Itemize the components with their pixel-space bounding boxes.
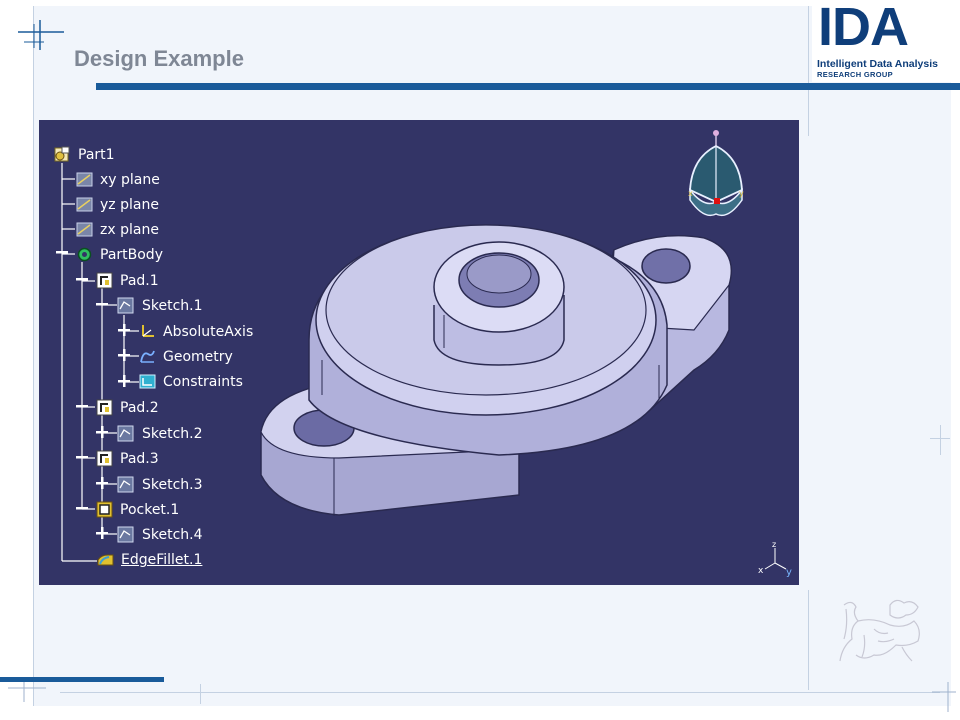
ida-logo: IDA Intelligent Data Analysis RESEARCH G… [812, 0, 960, 82]
guide-line-bottom [60, 692, 940, 693]
guide-tick-right [940, 425, 941, 455]
tree-node-edge-fillet-1[interactable]: EdgeFillet.1 [121, 552, 202, 568]
compass-x-label: x [688, 189, 693, 198]
tree-node-absolute-axis[interactable]: AbsoluteAxis [163, 324, 253, 340]
crop-mark-top-left [18, 20, 64, 50]
axis-z-label: z [772, 540, 776, 549]
tree-node-zx-plane[interactable]: zx plane [100, 222, 159, 238]
pocket-icon[interactable] [96, 501, 113, 518]
plane-icon[interactable] [76, 221, 93, 238]
plane-icon[interactable] [76, 196, 93, 213]
crop-mark-bottom-left [8, 682, 46, 702]
slide-title: Design Example [74, 46, 244, 71]
guide-line-right-top [808, 6, 809, 136]
logo-line-1: Intelligent Data Analysis [817, 58, 938, 70]
axis-system-icon[interactable] [139, 323, 156, 340]
guide-tick-bottom [200, 684, 201, 704]
compass-y-label: y [739, 189, 744, 198]
tree-node-pad-1[interactable]: Pad.1 [120, 273, 159, 289]
tree-node-sketch-1[interactable]: Sketch.1 [142, 298, 203, 314]
tree-node-sketch-3[interactable]: Sketch.3 [142, 477, 203, 493]
compass-icon[interactable]: x y [684, 128, 748, 224]
logo-line-2: RESEARCH GROUP [817, 70, 893, 79]
title-rule [96, 83, 960, 90]
constraints-icon[interactable] [139, 373, 156, 390]
logo-letters: IDA [818, 0, 909, 57]
tree-node-constraints[interactable]: Constraints [163, 374, 243, 390]
catia-viewport[interactable]: Part1 xy plane yz plane zx plane PartBod… [39, 120, 799, 585]
tree-node-geometry[interactable]: Geometry [163, 349, 233, 365]
sketch-icon[interactable] [117, 425, 134, 442]
guide-tick-right-h [930, 438, 950, 439]
pad-icon[interactable] [96, 399, 113, 416]
tree-node-sketch-2[interactable]: Sketch.2 [142, 426, 203, 442]
part-gear-icon[interactable] [53, 146, 70, 163]
tree-node-xy-plane[interactable]: xy plane [100, 172, 160, 188]
tree-node-pocket-1[interactable]: Pocket.1 [120, 502, 179, 518]
tree-node-part1[interactable]: Part1 [78, 147, 115, 163]
partbody-gear-icon[interactable] [76, 246, 93, 263]
footer-accent-bar [0, 677, 164, 682]
axis-x-label: x [758, 566, 764, 576]
tree-node-partbody[interactable]: PartBody [100, 247, 163, 263]
lion-emblem-icon [839, 599, 920, 662]
axis-triad-icon: z x y [758, 540, 792, 578]
sketch-icon[interactable] [117, 476, 134, 493]
pad-icon[interactable] [96, 272, 113, 289]
geometry-icon[interactable] [139, 348, 156, 365]
tree-node-pad-3[interactable]: Pad.3 [120, 451, 159, 467]
edge-fillet-icon[interactable] [97, 552, 114, 569]
sketch-icon[interactable] [117, 297, 134, 314]
plane-icon[interactable] [76, 171, 93, 188]
guide-line-right-bottom [808, 590, 809, 690]
crop-mark-bottom-right [932, 682, 956, 712]
sketch-icon[interactable] [117, 526, 134, 543]
tree-node-sketch-4[interactable]: Sketch.4 [142, 527, 203, 543]
guide-line-left [33, 6, 34, 706]
axis-y-label: y [786, 567, 792, 578]
tree-node-pad-2[interactable]: Pad.2 [120, 400, 159, 416]
pad-icon[interactable] [96, 450, 113, 467]
tree-node-yz-plane[interactable]: yz plane [100, 197, 159, 213]
